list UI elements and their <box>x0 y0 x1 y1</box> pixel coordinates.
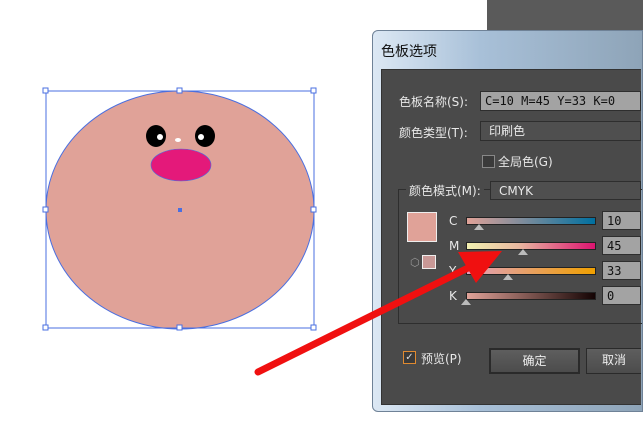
red-arrow-annotation <box>254 251 502 376</box>
